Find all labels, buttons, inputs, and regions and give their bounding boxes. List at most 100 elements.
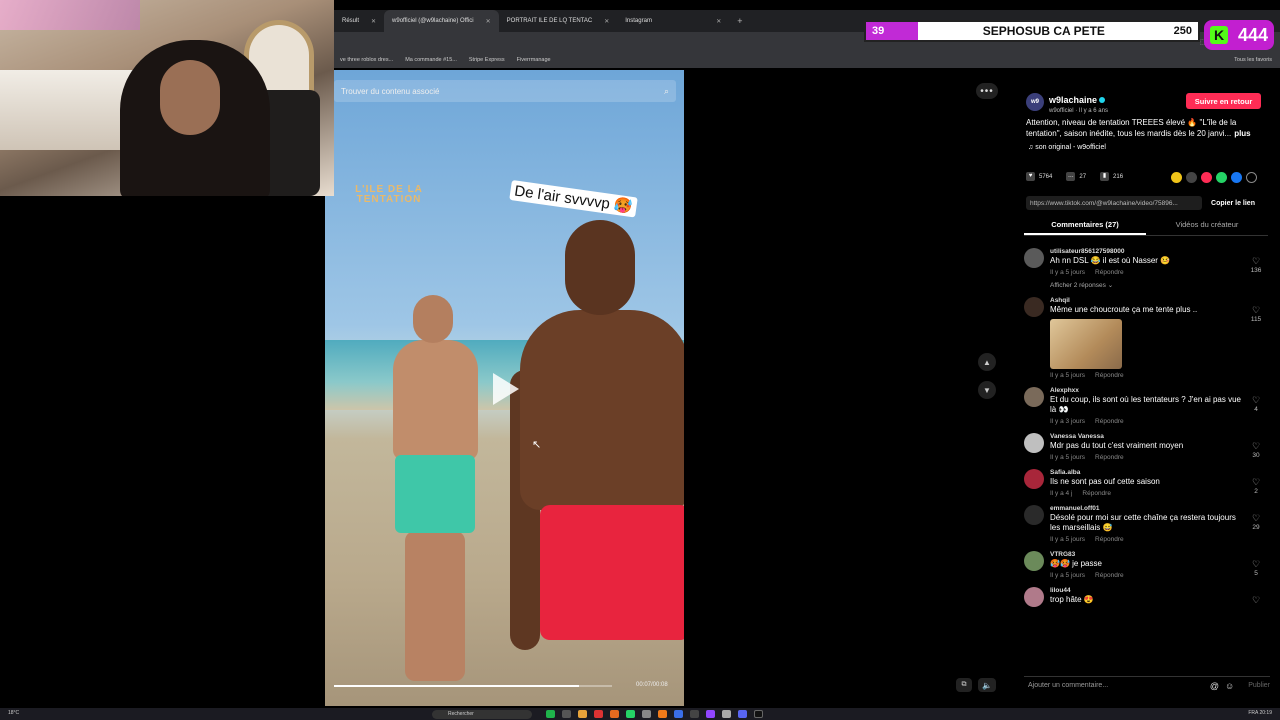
facebook-icon[interactable] (1231, 172, 1242, 183)
bookmark-item[interactable]: ve three roblox dres... (340, 57, 393, 63)
comment-user[interactable]: utilisateur856127598000 (1050, 248, 1272, 255)
comment-user[interactable]: emmanuel.off01 (1050, 505, 1272, 512)
avatar[interactable]: w9 (1026, 93, 1044, 111)
app-icon[interactable] (562, 710, 571, 718)
weather-widget[interactable]: 18°C (8, 710, 19, 716)
send-icon[interactable] (1201, 172, 1212, 183)
comment-gif[interactable] (1050, 319, 1122, 369)
chevron-up-icon[interactable]: ▲ (978, 353, 996, 371)
comment-like[interactable]: ♡ 29 (1248, 513, 1264, 531)
comment-like[interactable]: ♡ 4 (1248, 395, 1264, 413)
whatsapp-icon[interactable] (1216, 172, 1227, 183)
show-replies-button[interactable]: Afficher 2 réponses ⌄ (1050, 281, 1272, 289)
avatar[interactable] (1024, 505, 1044, 525)
comment-user[interactable]: Ashqil (1050, 297, 1272, 304)
app-icon[interactable] (594, 710, 603, 718)
bookmark-item[interactable]: Fiverrmanage (517, 57, 551, 63)
emoji-share-icon[interactable] (1171, 172, 1182, 183)
comment-stat[interactable]: … 27 (1066, 172, 1086, 181)
avatar[interactable] (1024, 587, 1044, 607)
author-name[interactable]: w9lachaine (1049, 95, 1097, 105)
app-icon[interactable] (674, 710, 683, 718)
post-link[interactable]: https://www.tiktok.com/@w9lachaine/video… (1026, 196, 1202, 210)
heart-icon[interactable]: ♡ (1248, 256, 1264, 267)
mention-emoji-icons[interactable]: @☺ (1210, 681, 1240, 691)
close-icon[interactable]: ✕ (604, 18, 609, 25)
comment-user[interactable]: lilou44 (1050, 587, 1272, 594)
reply-button[interactable]: Répondre (1095, 372, 1124, 379)
heart-icon[interactable]: ♡ (1248, 559, 1264, 570)
reply-button[interactable]: Répondre (1095, 418, 1124, 425)
heart-icon[interactable]: ♡ (1248, 395, 1264, 406)
heart-icon[interactable]: ♡ (1248, 305, 1264, 316)
author-info[interactable]: w9 w9lachaine w9officiel · Il y a 6 ans (1026, 90, 1108, 114)
twitch-icon[interactable] (706, 710, 715, 718)
avatar[interactable] (1024, 551, 1044, 571)
steam-icon[interactable] (690, 710, 699, 718)
like-stat[interactable]: ♥ 5764 (1026, 172, 1052, 181)
reply-button[interactable]: Répondre (1095, 536, 1124, 543)
comment-user[interactable]: Safia.alba (1050, 469, 1272, 476)
avatar[interactable] (1024, 248, 1044, 268)
discord-icon[interactable] (738, 710, 747, 718)
comment-user[interactable]: Alexphxx (1050, 387, 1272, 394)
pip-icon[interactable]: ⧉ (956, 678, 972, 692)
play-icon[interactable] (493, 373, 519, 405)
heart-icon[interactable]: ♡ (1248, 441, 1264, 452)
bookmark-item[interactable]: Stripe Express (469, 57, 505, 63)
all-bookmarks[interactable]: Tous les favoris (1234, 57, 1272, 63)
more-options-icon[interactable]: ••• (976, 83, 998, 99)
tab-instagram[interactable]: Instagram ✕ (617, 10, 729, 32)
share-icon[interactable] (1246, 172, 1257, 183)
comment-like[interactable]: ♡ 30 (1248, 441, 1264, 459)
close-icon[interactable]: ✕ (486, 18, 491, 25)
taskbar-search[interactable]: Rechercher (432, 710, 532, 719)
reply-button[interactable]: Répondre (1095, 269, 1124, 276)
publish-button[interactable]: Publier (1248, 682, 1270, 689)
volume-icon[interactable]: 🔈 (978, 678, 996, 692)
embed-icon[interactable] (1186, 172, 1197, 183)
app-icon[interactable] (642, 710, 651, 718)
video-progress-bar[interactable] (334, 685, 612, 687)
close-icon[interactable]: ✕ (716, 18, 721, 25)
reply-button[interactable]: Répondre (1082, 490, 1111, 497)
whatsapp-icon[interactable] (626, 710, 635, 718)
heart-icon[interactable]: ♡ (1248, 595, 1264, 606)
avatar[interactable] (1024, 433, 1044, 453)
close-icon[interactable]: ✕ (371, 18, 376, 25)
follow-back-button[interactable]: Suivre en retour (1186, 93, 1261, 109)
tab-portrait[interactable]: PORTRAIT ILE DE LQ TENTAC ✕ (499, 10, 618, 32)
new-tab-icon[interactable]: + (729, 16, 750, 26)
avatar[interactable] (1024, 469, 1044, 489)
app-icon[interactable] (546, 710, 555, 718)
comment-user[interactable]: Vanessa Vanessa (1050, 433, 1272, 440)
heart-icon[interactable]: ♡ (1248, 513, 1264, 524)
comment-like[interactable]: ♡ 2 (1248, 477, 1264, 495)
tab-creator-videos[interactable]: Vidéos du créateur (1146, 220, 1268, 235)
reply-button[interactable]: Répondre (1095, 572, 1124, 579)
tiktok-icon[interactable] (754, 710, 763, 718)
tab-w9officiel[interactable]: w9officiel (@w9lachaine) Offici ✕ (384, 10, 499, 32)
comment-like[interactable]: ♡ 136 (1248, 256, 1264, 274)
tab-results[interactable]: Résult ✕ (334, 10, 384, 32)
heart-icon[interactable]: ♡ (1248, 477, 1264, 488)
comment-like[interactable]: ♡ (1248, 595, 1264, 606)
comment-like[interactable]: ♡ 5 (1248, 559, 1264, 577)
avatar[interactable] (1024, 297, 1044, 317)
system-tray[interactable]: FRA 20:19 (1248, 710, 1272, 716)
chevron-down-icon[interactable]: ▼ (978, 381, 996, 399)
folder-icon[interactable] (578, 710, 587, 718)
app-icon[interactable] (658, 710, 667, 718)
save-stat[interactable]: ▮ 216 (1100, 172, 1123, 181)
search-icon[interactable]: ⌕ (664, 86, 669, 97)
app-icon[interactable] (722, 710, 731, 718)
comment-input[interactable]: Ajouter un commentaire... @☺ Publier (1024, 676, 1270, 694)
reply-button[interactable]: Répondre (1095, 454, 1124, 461)
avatar[interactable] (1024, 387, 1044, 407)
firefox-icon[interactable] (610, 710, 619, 718)
copy-link-button[interactable]: Copier le lien (1206, 196, 1260, 210)
related-search-input[interactable]: Trouver du contenu associé ⌕ (334, 80, 676, 102)
comment-like[interactable]: ♡ 115 (1248, 305, 1264, 323)
comment-user[interactable]: VTRG83 (1050, 551, 1272, 558)
sound-info[interactable]: ♫ son original - w9officiel (1028, 144, 1106, 151)
